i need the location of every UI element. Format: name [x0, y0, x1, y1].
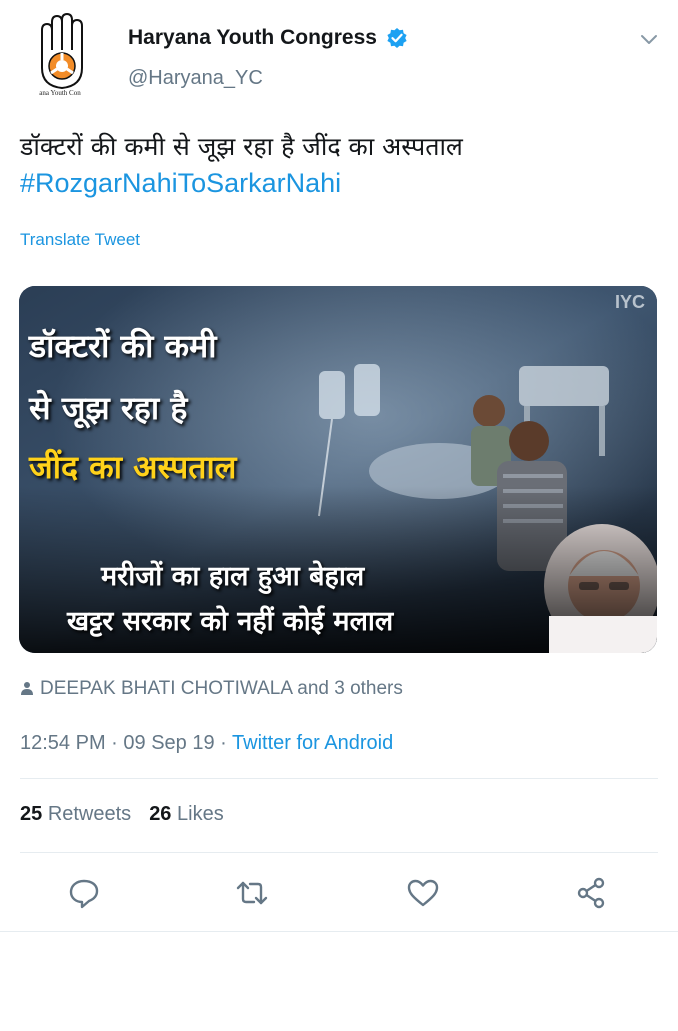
retweets-label: Retweets	[47, 803, 132, 825]
liked-by-context[interactable]: DEEPAK BHATI CHOTIWALA and 3 others	[20, 678, 403, 700]
watermark: IYC	[614, 292, 645, 312]
reply-icon[interactable]	[67, 876, 101, 910]
person-icon	[21, 682, 33, 695]
retweet-icon[interactable]	[235, 876, 269, 910]
author-name[interactable]: Haryana Youth Congress	[128, 26, 377, 50]
tweet-text: डॉक्टरों की कमी से जूझ रहा है जींद का अस…	[20, 128, 660, 202]
likes-stat[interactable]: 26 Likes	[149, 803, 224, 825]
image-subline-2: खट्टर सरकार को नहीं कोई मलाल	[67, 606, 394, 637]
chevron-down-icon[interactable]	[638, 28, 660, 50]
tweet-time[interactable]: 12:54 PM	[20, 732, 106, 754]
tweet-image[interactable]: IYC डॉक्टरों की कमी से जूझ रहा है जींद क…	[19, 286, 657, 653]
verified-badge-icon	[387, 28, 407, 48]
retweets-count: 25	[20, 803, 43, 825]
divider	[20, 852, 658, 853]
image-headline-2: से जूझ रहा है	[29, 389, 188, 427]
avatar-caption: ana Youth Con	[39, 89, 81, 97]
image-headline-1: डॉक्टरों की कमी	[29, 327, 217, 365]
image-subline-1: मरीजों का हाल हुआ बेहाल	[101, 561, 365, 592]
tweet-stats: 25 Retweets 26 Likes	[20, 803, 224, 826]
tweet-body: डॉक्टरों की कमी से जूझ रहा है जींद का अस…	[20, 132, 463, 161]
meta-separator: ·	[214, 732, 233, 754]
tweet-source-link[interactable]: Twitter for Android	[232, 732, 393, 754]
hashtag-link[interactable]: #RozgarNahiToSarkarNahi	[20, 165, 660, 202]
meta-separator: ·	[105, 732, 124, 754]
likes-count: 26	[149, 803, 172, 825]
tweet-meta: 12:54 PM · 09 Sep 19 · Twitter for Andro…	[20, 732, 393, 755]
retweets-stat[interactable]: 25 Retweets	[20, 803, 131, 825]
author-handle[interactable]: @Haryana_YC	[128, 67, 263, 90]
tweet-action-bar	[0, 872, 678, 914]
share-icon[interactable]	[575, 876, 609, 910]
tweet-date[interactable]: 09 Sep 19	[123, 732, 214, 754]
translate-tweet-link[interactable]: Translate Tweet	[20, 230, 140, 250]
liked-by-text: DEEPAK BHATI CHOTIWALA and 3 others	[40, 678, 403, 699]
divider	[20, 778, 658, 779]
image-headline-3: जींद का अस्पताल	[29, 448, 237, 486]
tweet-detail: ana Youth Con Haryana Youth Congress @Ha…	[0, 0, 678, 932]
like-icon[interactable]	[406, 876, 440, 910]
likes-label: Likes	[177, 803, 224, 825]
